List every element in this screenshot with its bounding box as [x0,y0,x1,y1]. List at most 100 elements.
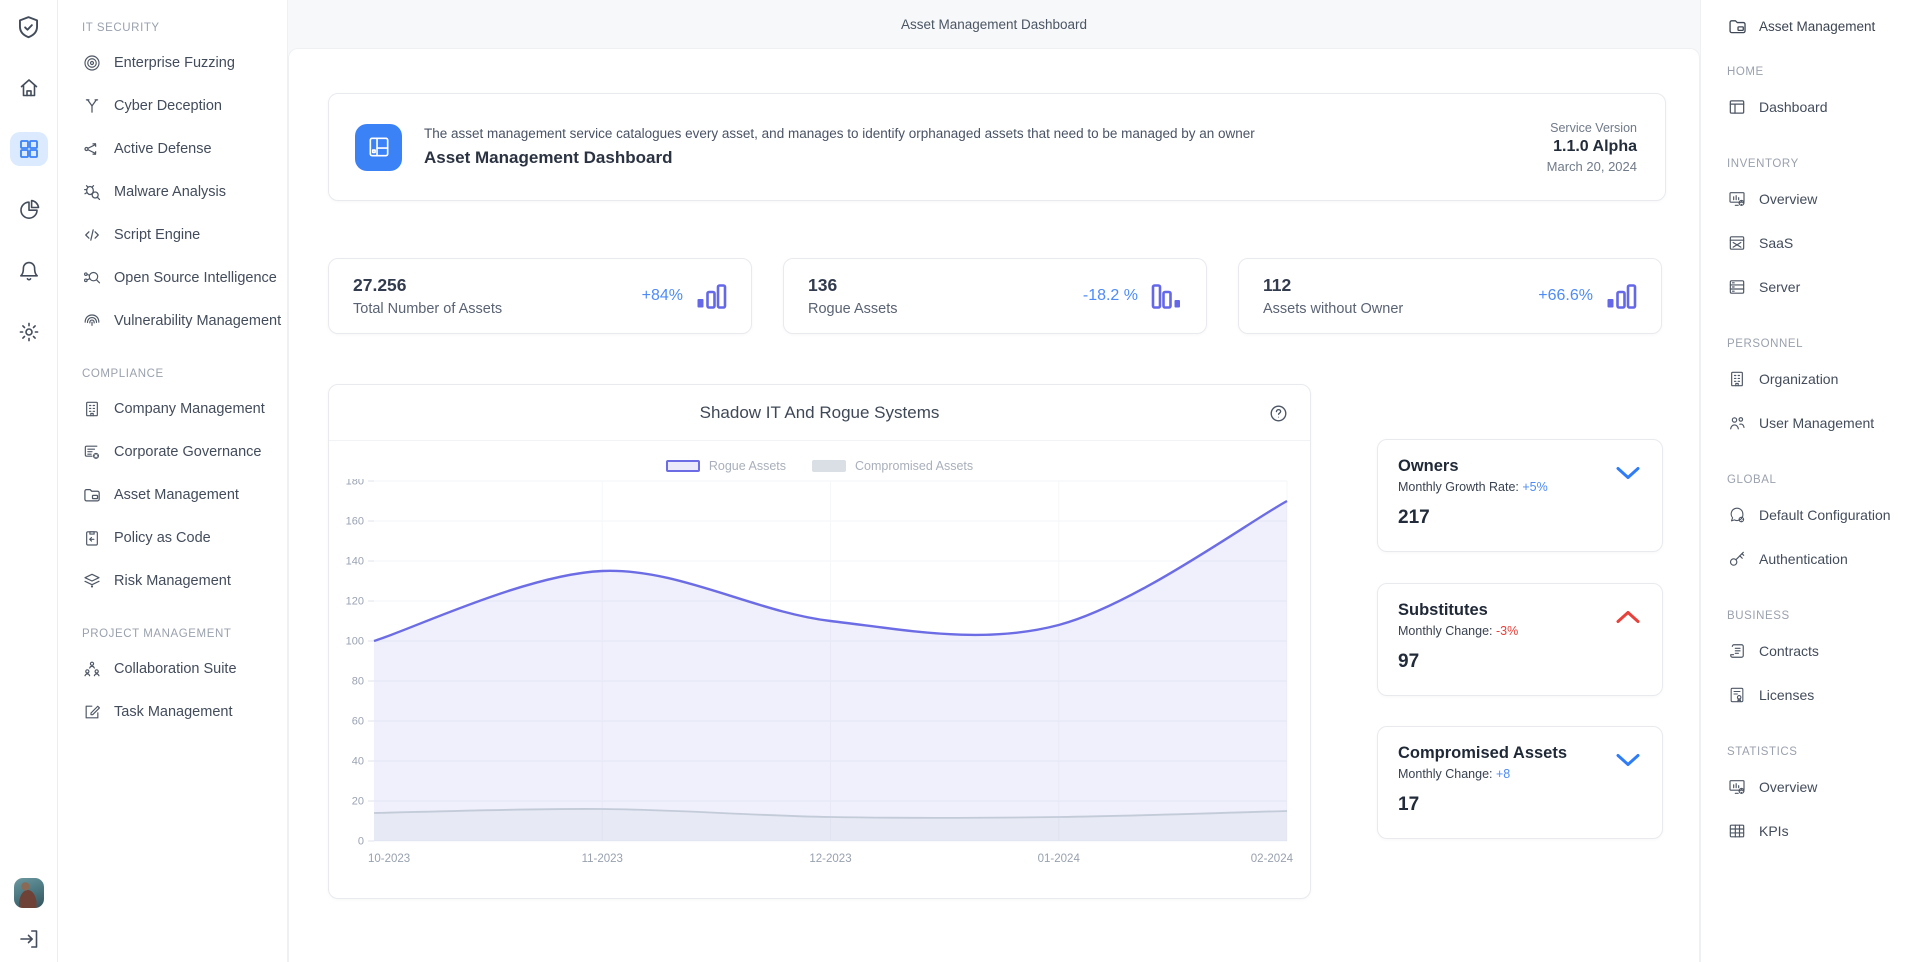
info-card-owners[interactable]: OwnersMonthly Growth Rate: +5%217 [1377,439,1663,552]
building-icon [82,399,102,419]
svg-text:160: 160 [346,516,364,528]
right-section-title-inventory: INVENTORY [1727,154,1920,174]
right-item-statistics-kpis[interactable]: KPIs [1727,809,1920,853]
bars-ascending-icon [1606,283,1637,310]
sidebar-item-risk-management[interactable]: Risk Management [82,559,287,602]
info-card-compromised-assets[interactable]: Compromised AssetsMonthly Change: +817 [1377,726,1663,839]
right-item-label: Server [1759,279,1800,295]
sidebar-item-corporate-governance[interactable]: Corporate Governance [82,430,287,473]
code-icon [82,225,102,245]
edit-square-icon [82,702,102,722]
chart-legend: Rogue Assets Compromised Assets [329,453,1310,479]
right-sidebar-title-label: Asset Management [1759,19,1875,34]
sidebar-item-enterprise-fuzzing[interactable]: Enterprise Fuzzing [82,41,287,84]
right-item-global-authentication[interactable]: Authentication [1727,537,1920,581]
stat-label: Rogue Assets [808,301,897,317]
right-item-personnel-user-management[interactable]: User Management [1727,401,1920,445]
rail-bell-icon[interactable] [10,254,48,288]
question-circle-icon[interactable] [1269,404,1288,423]
sidebar-item-label: Malware Analysis [114,184,226,200]
right-item-label: Default Configuration [1759,507,1891,523]
right-item-business-licenses[interactable]: Licenses [1727,673,1920,717]
chevron-down-icon[interactable] [1616,466,1640,480]
people-group-icon [82,659,102,679]
left-sidebar: IT SECURITY Enterprise FuzzingCyber Decep… [58,0,288,962]
sidebar-item-asset-management[interactable]: Asset Management [82,473,287,516]
legend-label: Rogue Assets [709,459,786,473]
right-sidebar-title: Asset Management [1727,16,1920,37]
bug-search-icon [82,182,102,202]
svg-text:140: 140 [346,556,364,568]
stat-value: 112 [1263,275,1403,296]
right-item-inventory-overview[interactable]: Overview [1727,177,1920,221]
rail-pie-chart-icon[interactable] [10,193,48,227]
sidebar-item-label: Company Management [114,401,265,417]
right-item-inventory-server[interactable]: Server [1727,265,1920,309]
chart-title: Shadow IT And Rogue Systems [700,403,940,423]
info-card-substitutes[interactable]: SubstitutesMonthly Change: -3%97 [1377,583,1663,696]
stat-card-rogue-assets: 136Rogue Assets-18.2 % [783,258,1207,334]
chevron-up-icon[interactable] [1616,610,1640,624]
key-icon [1727,549,1747,569]
sidebar-item-open-source-intelligence[interactable]: Open Source Intelligence [82,256,287,299]
right-item-statistics-overview[interactable]: Overview [1727,765,1920,809]
folder-icon [82,485,102,505]
sidebar-section-title-it-security: IT SECURITY [82,18,287,38]
legend-item-compromised-assets[interactable]: Compromised Assets [812,459,973,473]
service-version-label: Service Version [1547,121,1637,135]
bars-ascending-icon [696,283,727,310]
rail-gear-icon[interactable] [10,315,48,349]
right-item-label: Contracts [1759,643,1819,659]
folder-icon [1727,16,1748,37]
info-card-title: Owners [1398,457,1642,476]
sidebar-item-cyber-deception[interactable]: Cyber Deception [82,84,287,127]
sidebar-item-label: Vulnerability Management [114,313,281,329]
bars-descending-icon [1151,283,1182,310]
right-item-business-contracts[interactable]: Contracts [1727,629,1920,673]
right-section-title-global: GLOBAL [1727,470,1920,490]
sidebar-item-malware-analysis[interactable]: Malware Analysis [82,170,287,213]
right-item-home-dashboard[interactable]: Dashboard [1727,85,1920,129]
svg-text:60: 60 [352,716,364,728]
info-card-title: Compromised Assets [1398,744,1642,763]
sidebar-item-collaboration-suite[interactable]: Collaboration Suite [82,647,287,690]
right-item-label: Organization [1759,371,1838,387]
svg-text:01-2024: 01-2024 [1038,853,1081,865]
svg-text:100: 100 [346,636,364,648]
sidebar-item-active-defense[interactable]: Active Defense [82,127,287,170]
sidebar-item-script-engine[interactable]: Script Engine [82,213,287,256]
stat-change: +66.6% [1538,287,1593,305]
rail-home-icon[interactable] [10,71,48,105]
chevron-down-icon[interactable] [1616,753,1640,767]
share-arrows-icon [82,139,102,159]
sign-out-icon[interactable] [10,922,48,956]
avatar[interactable] [14,878,44,908]
sidebar-item-company-management[interactable]: Company Management [82,387,287,430]
table-icon [1727,821,1747,841]
svg-text:40: 40 [352,756,364,768]
legend-swatch [666,460,700,472]
svg-text:20: 20 [352,796,364,808]
sidebar-section-title-compliance: COMPLIANCE [82,364,287,384]
svg-text:10-2023: 10-2023 [368,853,410,865]
sidebar-item-task-management[interactable]: Task Management [82,690,287,733]
sidebar-item-vulnerability-management[interactable]: Vulnerability Management [82,299,287,342]
svg-text:120: 120 [346,596,364,608]
info-card-subtitle: Monthly Change: -3% [1398,624,1642,638]
layers-icon [82,571,102,591]
legend-item-rogue-assets[interactable]: Rogue Assets [666,459,786,473]
right-item-label: Overview [1759,779,1817,795]
rail-grid-icon[interactable] [10,132,48,166]
right-item-label: User Management [1759,415,1874,431]
right-item-personnel-organization[interactable]: Organization [1727,357,1920,401]
license-icon [1727,685,1747,705]
target-icon [82,53,102,73]
stat-label: Assets without Owner [1263,301,1403,317]
right-item-inventory-saas[interactable]: SaaS [1727,221,1920,265]
shield-check-logo-icon[interactable] [10,10,48,44]
stat-value: 27.256 [353,275,502,296]
right-item-label: SaaS [1759,235,1793,251]
sidebar-item-policy-as-code[interactable]: Policy as Code [82,516,287,559]
right-item-global-default-configuration[interactable]: Default Configuration [1727,493,1920,537]
stat-label: Total Number of Assets [353,301,502,317]
